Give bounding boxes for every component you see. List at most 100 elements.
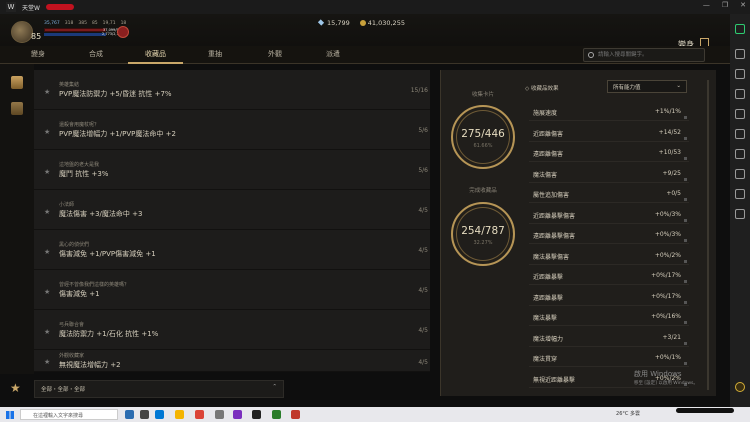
crop-icon[interactable] xyxy=(735,109,745,119)
taskbar-app-icon[interactable] xyxy=(215,410,224,419)
stat-value: 85 xyxy=(91,21,98,26)
chrome-icon[interactable] xyxy=(195,410,204,419)
volume-icon[interactable] xyxy=(735,209,745,219)
effect-detail-icon[interactable] xyxy=(684,321,687,324)
folder-icon[interactable] xyxy=(175,410,184,419)
taskbar-app-icon[interactable] xyxy=(140,410,149,419)
list-item[interactable]: ★ 外觀收藏家 無視魔法增幅力 +2 4/5 xyxy=(34,350,430,372)
favorite-star-icon[interactable]: ★ xyxy=(44,328,50,336)
keyboard-icon[interactable] xyxy=(735,49,745,59)
effect-name: 遠距離傷害 xyxy=(533,151,564,158)
favorite-star-icon[interactable]: ★ xyxy=(44,88,50,96)
buff-icon[interactable] xyxy=(117,26,129,38)
effect-row: 近距離傷害 +14/52 xyxy=(529,124,689,142)
collection-progress: 4/5 xyxy=(418,359,428,366)
redacted-mark xyxy=(45,4,74,10)
gamepad-icon[interactable] xyxy=(735,69,745,79)
scrollbar[interactable] xyxy=(707,80,709,390)
copy-icon[interactable] xyxy=(735,129,745,139)
scroll-icon[interactable] xyxy=(11,102,23,115)
taskbar-app-icon[interactable] xyxy=(291,410,300,419)
effect-detail-icon[interactable] xyxy=(684,177,687,181)
windows-activation-watermark: 啟用 Windows 移至 [設定] 以啟用 Windows。 xyxy=(634,370,698,388)
collection-name: 曾經不曾像我們這樣的英雄嗎？ xyxy=(59,282,130,288)
effect-detail-icon[interactable] xyxy=(684,362,687,365)
favorites-star-icon[interactable]: ★ xyxy=(10,381,21,395)
folder-icon[interactable] xyxy=(735,149,745,159)
assistant-icon[interactable] xyxy=(735,382,745,392)
effect-name: 魔法傷害 xyxy=(533,171,558,179)
effect-value: +0%/2% xyxy=(654,251,681,259)
collection-effect: 魔法防禦力 +1/石化 抗性 +1% xyxy=(59,330,159,338)
favorite-star-icon[interactable]: ★ xyxy=(44,208,50,216)
list-item[interactable]: ★ 弓兵聯合會 魔法防禦力 +1/石化 抗性 +1% 4/5 xyxy=(34,310,430,350)
taskbar-app-icon[interactable] xyxy=(233,410,242,419)
settings-icon[interactable] xyxy=(735,169,745,179)
favorite-star-icon[interactable]: ★ xyxy=(44,358,50,366)
tab-reroll[interactable]: 重抽 xyxy=(208,49,222,59)
tab-synthesis[interactable]: 合成 xyxy=(89,49,103,59)
effect-detail-icon[interactable] xyxy=(684,259,687,263)
effect-value: +0%/1% xyxy=(654,354,681,361)
collection-name: 弓兵聯合會 xyxy=(59,322,85,328)
windows-start-icon[interactable] xyxy=(6,411,14,419)
camera-icon[interactable] xyxy=(735,24,745,34)
screenshot-icon[interactable] xyxy=(735,89,745,99)
collection-name: 小法師 xyxy=(59,202,75,208)
record-icon[interactable] xyxy=(735,189,745,199)
list-item[interactable]: ★ 黑心的偵伏們 傷害減免 +1/PVP傷害減免 +1 4/5 xyxy=(34,230,430,270)
favorite-star-icon[interactable]: ★ xyxy=(44,288,50,296)
book-icon[interactable] xyxy=(11,76,23,89)
left-sidebar xyxy=(0,64,34,374)
taskbar-app-icon[interactable] xyxy=(272,410,281,419)
stat-filter-dropdown[interactable]: 所有能力值 ⌄ xyxy=(607,80,687,93)
effect-detail-icon[interactable] xyxy=(684,198,687,201)
close-icon[interactable]: ✕ xyxy=(740,1,746,9)
collection-progress: 4/5 xyxy=(418,247,428,254)
tab-dispatch[interactable]: 派遣 xyxy=(326,49,340,59)
list-item[interactable]: ★ 英雄集結 PVP魔法防禦力 +5/昏迷 抗性 +7% 15/16 xyxy=(34,70,430,110)
completed-progress-ring: 254/787 32.27% xyxy=(451,202,515,266)
edge-icon[interactable] xyxy=(155,410,164,419)
effect-detail-icon[interactable] xyxy=(684,341,687,345)
completed-percent: 32.27% xyxy=(473,240,493,246)
avatar[interactable] xyxy=(11,21,33,43)
tab-transform[interactable]: 變身 xyxy=(31,49,45,59)
filter-dropdown[interactable]: 全部・全部・全部 ⌃ xyxy=(34,380,284,398)
windows-taskbar: 在這裡輸入文字來搜尋 26°C 多雲 xyxy=(0,407,750,422)
taskbar-app-icon[interactable] xyxy=(125,410,134,419)
favorite-star-icon[interactable]: ★ xyxy=(44,128,50,136)
search-input[interactable] xyxy=(598,50,698,60)
watermark-line1: 啟用 Windows xyxy=(634,370,682,378)
effect-detail-icon[interactable] xyxy=(684,157,687,160)
collection-effect: 傷害減免 +1 xyxy=(59,290,100,298)
effect-detail-icon[interactable] xyxy=(684,239,687,242)
diamond-amount: 15,799 xyxy=(317,19,350,27)
effect-value: +0/5 xyxy=(666,190,681,197)
app-logo-icon: W xyxy=(6,2,16,12)
collection-name: 這地盤的老大是我 xyxy=(59,162,100,168)
tab-collection[interactable]: 收藏品 xyxy=(145,49,166,59)
effect-detail-icon[interactable] xyxy=(684,300,687,304)
taskbar-app-icon[interactable] xyxy=(252,410,261,419)
restore-icon[interactable]: ❐ xyxy=(722,1,728,9)
list-item[interactable]: ★ 小法師 魔法傷害 +3/魔法命中 +3 4/5 xyxy=(34,190,430,230)
effect-detail-icon[interactable] xyxy=(684,136,687,140)
favorite-star-icon[interactable]: ★ xyxy=(44,168,50,176)
effect-detail-icon[interactable] xyxy=(684,280,687,283)
search-box[interactable] xyxy=(583,48,705,62)
list-item[interactable]: ★ 這地盤的老大是我 魔鬥 抗性 +3% 5/6 xyxy=(34,150,430,190)
favorite-star-icon[interactable]: ★ xyxy=(44,248,50,256)
tab-appearance[interactable]: 外觀 xyxy=(268,49,282,59)
effect-detail-icon[interactable] xyxy=(684,116,687,119)
minimize-icon[interactable]: — xyxy=(703,1,710,9)
taskbar-search[interactable]: 在這裡輸入文字來搜尋 xyxy=(20,409,118,420)
collection-progress: 15/16 xyxy=(410,87,428,94)
effect-detail-icon[interactable] xyxy=(684,218,687,222)
effects-header: ◇ 收藏品效果 xyxy=(525,86,559,92)
stat-value: 318 xyxy=(64,21,74,26)
list-item[interactable]: ★ 還殺會用魔杖呢？ PVP魔法增幅力 +1/PVP魔法命中 +2 5/6 xyxy=(34,110,430,150)
list-item[interactable]: ★ 曾經不曾像我們這樣的英雄嗎？ 傷害減免 +1 4/5 xyxy=(34,270,430,310)
collection-effect: 無視魔法增幅力 +2 xyxy=(59,361,121,369)
completed-count: 254/787 xyxy=(461,225,505,237)
